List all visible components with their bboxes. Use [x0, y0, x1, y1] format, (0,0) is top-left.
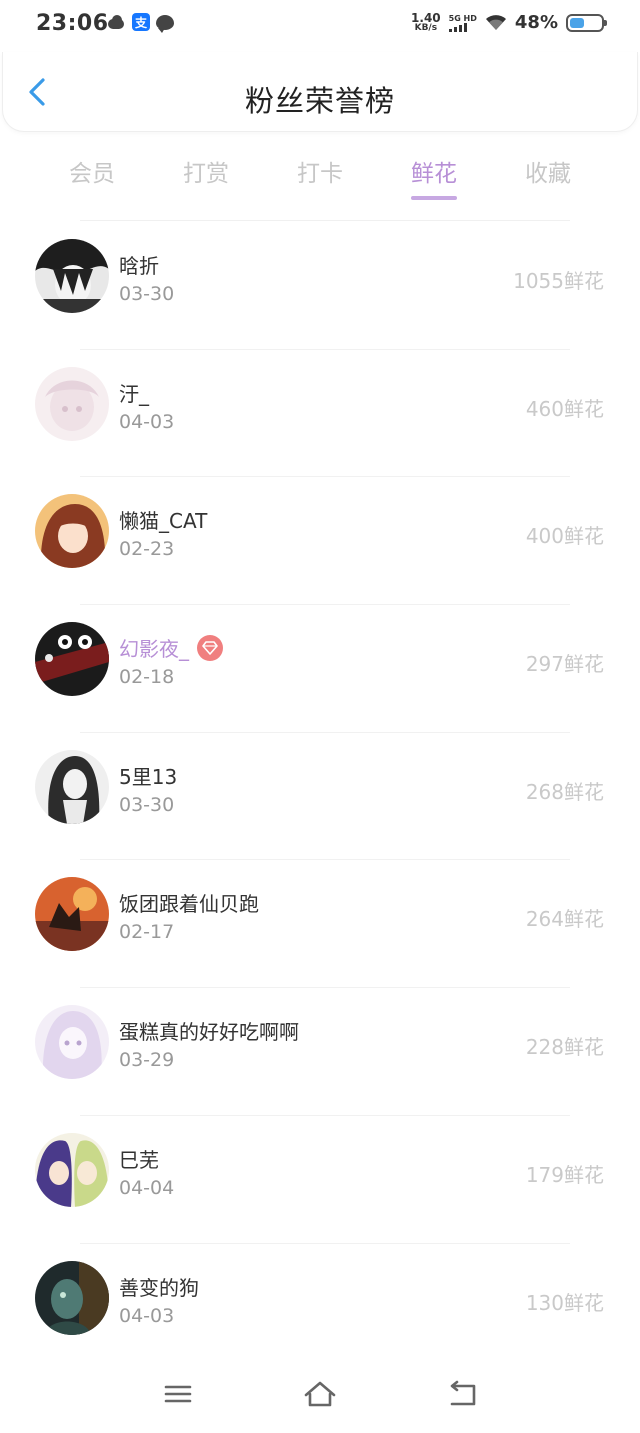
message-icon: [156, 14, 174, 33]
tab-label: 打卡: [297, 161, 343, 187]
network-speed: 1.40 KB/s: [411, 10, 441, 33]
fan-date: 02-17: [119, 921, 175, 944]
fan-name: 5里13: [119, 764, 178, 789]
fan-name: 饭团跟着仙贝跑: [119, 892, 259, 917]
list-item[interactable]: 汙_ 04-03 460鲜花: [0, 350, 640, 478]
avatar[interactable]: [35, 494, 109, 569]
cloud-icon: [106, 15, 126, 29]
menu-icon: [164, 1385, 192, 1403]
avatar[interactable]: [35, 877, 109, 952]
tab-tips[interactable]: 打赏: [161, 154, 251, 200]
list-item[interactable]: 幻影夜_ 02-18 297鲜花: [0, 605, 640, 733]
avatar[interactable]: [35, 366, 109, 441]
status-system-icons: 1.40 KB/s 5G HD 48%: [411, 10, 607, 33]
app-header: 粉丝荣誉榜: [2, 52, 638, 132]
flower-count: 460鲜花: [525, 396, 604, 421]
status-time: 23:06: [36, 11, 109, 36]
signal-icon: 5G HD: [448, 13, 477, 32]
fan-name: 巳芜: [119, 1147, 159, 1172]
home-button[interactable]: [302, 1378, 338, 1410]
fan-date: 04-04: [119, 1176, 175, 1199]
avatar[interactable]: [35, 749, 109, 824]
avatar[interactable]: [35, 1260, 109, 1335]
list-item[interactable]: 懒猫_CAT 02-23 400鲜花: [0, 477, 640, 606]
fan-date: 02-23: [119, 538, 175, 561]
list-item[interactable]: 饭团跟着仙贝跑 02-17 264鲜花: [0, 860, 640, 989]
fan-date: 04-03: [119, 410, 175, 433]
flower-count: 297鲜花: [525, 652, 604, 677]
fan-name: 懒猫_CAT: [119, 509, 208, 534]
tab-label: 鲜花: [411, 161, 457, 187]
tab-label: 收藏: [525, 161, 571, 187]
system-nav-bar: [0, 1362, 640, 1433]
avatar[interactable]: [35, 239, 109, 313]
flower-count: 1055鲜花: [513, 269, 604, 293]
page-title: 粉丝荣誉榜: [244, 84, 395, 118]
battery-icon: [566, 13, 607, 32]
fan-ranking-list: 晗折 03-30 1055鲜花 汙_ 04-03 460鲜花 懒猫_CAT 02…: [0, 222, 640, 1371]
flower-count: 130鲜花: [525, 1290, 604, 1315]
fan-date: 03-30: [119, 793, 175, 816]
tab-bar: 会员 打赏 打卡 鲜花 收藏: [0, 150, 640, 202]
avatar[interactable]: [35, 1005, 109, 1080]
fan-name: 善变的狗: [119, 1275, 199, 1300]
status-notification-icons: 支: [106, 13, 174, 33]
fan-date: 03-30: [119, 283, 175, 305]
flower-count: 228鲜花: [525, 1035, 604, 1060]
list-item[interactable]: 善变的狗 04-03 130鲜花: [0, 1244, 640, 1372]
network-speed-unit: KB/s: [414, 22, 438, 33]
tab-flowers[interactable]: 鲜花: [389, 154, 479, 200]
back-nav-button[interactable]: [444, 1378, 480, 1410]
fan-name: 幻影夜_: [119, 637, 189, 662]
flower-count: 264鲜花: [525, 907, 604, 932]
tab-label: 打赏: [183, 161, 229, 187]
fan-name: 蛋糕真的好好吃啊啊: [119, 1020, 299, 1045]
flower-count: 179鲜花: [525, 1162, 604, 1187]
fan-date: 02-18: [119, 666, 175, 689]
vip-diamond-icon: [197, 634, 223, 661]
divider: [80, 220, 570, 221]
battery-percent: 48%: [514, 12, 558, 33]
avatar[interactable]: [35, 1132, 109, 1207]
list-item[interactable]: 晗折 03-30 1055鲜花: [0, 222, 640, 350]
avatar[interactable]: [35, 622, 109, 697]
home-icon: [304, 1381, 336, 1407]
active-tab-indicator: [411, 196, 457, 200]
fan-date: 03-29: [119, 1049, 175, 1072]
wifi-icon: [485, 14, 507, 31]
signal-label: 5G HD: [448, 13, 477, 23]
list-item[interactable]: 5里13 03-30 268鲜花: [0, 733, 640, 861]
fan-name: 汙_: [119, 381, 149, 406]
flower-count: 268鲜花: [525, 779, 604, 804]
fan-name: 晗折: [119, 254, 159, 278]
list-item[interactable]: 巳芜 04-04 179鲜花: [0, 1116, 640, 1244]
fan-date: 04-03: [119, 1304, 175, 1327]
menu-button[interactable]: [160, 1378, 196, 1410]
network-speed-value: 1.40: [411, 10, 441, 25]
tab-members[interactable]: 会员: [47, 154, 137, 200]
tab-favorites[interactable]: 收藏: [503, 154, 593, 200]
battery-level: [570, 17, 585, 28]
alipay-icon: 支: [132, 13, 150, 31]
back-icon: [450, 1380, 476, 1406]
flower-count: 400鲜花: [525, 524, 604, 549]
status-bar: 23:06 支 1.40 KB/s 5G HD 48%: [0, 0, 640, 50]
tab-checkin[interactable]: 打卡: [275, 154, 365, 200]
tab-label: 会员: [69, 161, 115, 187]
list-item[interactable]: 蛋糕真的好好吃啊啊 03-29 228鲜花: [0, 988, 640, 1116]
